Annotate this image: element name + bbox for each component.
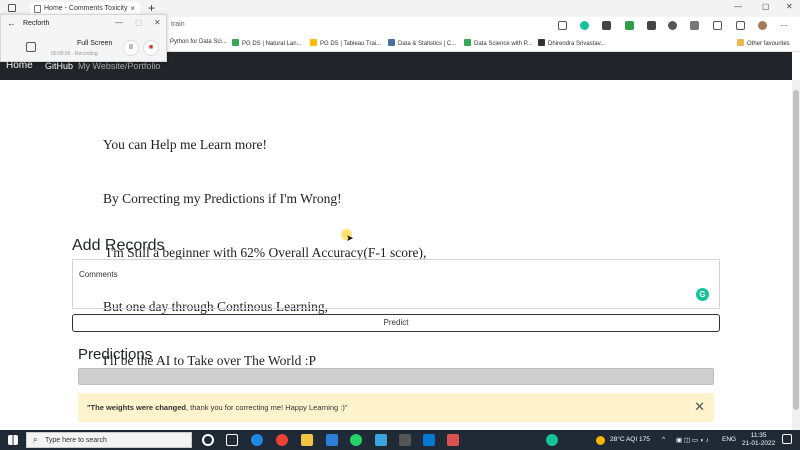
edge-icon[interactable] xyxy=(251,434,263,446)
comments-placeholder: Comments xyxy=(79,270,118,279)
folder-icon xyxy=(737,39,744,46)
bookmark-item[interactable]: Python for Data Sci... xyxy=(170,39,227,45)
bookmark-item[interactable]: Data & Statistics | C... xyxy=(388,39,456,47)
extensions-icon[interactable] xyxy=(736,21,745,30)
screen-icon xyxy=(26,42,36,52)
clock-date: 21-01-2022 xyxy=(742,440,776,447)
extension-icon[interactable] xyxy=(668,21,677,30)
grammarly-icon[interactable]: G xyxy=(696,288,709,301)
page-icon xyxy=(538,39,545,46)
shield-extension-icon[interactable] xyxy=(625,21,634,30)
predictions-heading: Predictions xyxy=(78,346,153,363)
tray-overflow-icon[interactable]: ^ xyxy=(662,436,665,443)
recorder-minimize-button[interactable]: — xyxy=(115,18,123,27)
close-icon[interactable]: ✕ xyxy=(694,399,705,415)
window-close-button[interactable]: ✕ xyxy=(786,2,793,11)
notification-icon[interactable] xyxy=(782,434,792,444)
app-icon[interactable] xyxy=(375,434,387,446)
back-arrow-icon[interactable]: ← xyxy=(7,18,16,28)
task-view-icon[interactable] xyxy=(226,434,238,446)
intro-line: You can Help me Learn more! xyxy=(103,137,267,152)
recorder-title: Recforth xyxy=(23,20,50,27)
recorder-app-icon[interactable] xyxy=(447,434,459,446)
drive-icon xyxy=(310,39,317,46)
add-records-heading: Add Records xyxy=(72,237,165,254)
store-icon[interactable] xyxy=(326,434,338,446)
nav-github[interactable]: GitHub xyxy=(45,61,73,71)
stop-button[interactable]: ■ xyxy=(143,40,159,56)
file-explorer-icon[interactable] xyxy=(301,434,313,446)
screen-recorder-window: ← Recforth — ▢ ✕ Full Screen 00:00:00 · … xyxy=(0,14,167,62)
intro-line: By Correcting my Predictions if I'm Wron… xyxy=(103,191,342,206)
page-icon xyxy=(34,5,41,13)
language-indicator[interactable]: ENG xyxy=(722,436,736,443)
window-minimize-button[interactable]: — xyxy=(734,2,742,11)
mouse-cursor-icon: ➤ xyxy=(346,233,354,243)
extension-icon[interactable] xyxy=(690,21,699,30)
recorder-close-button[interactable]: ✕ xyxy=(154,18,161,27)
favorites-icon[interactable] xyxy=(558,21,567,30)
bookmark-item[interactable]: Data Science with P... xyxy=(464,39,532,47)
extension-icon[interactable] xyxy=(647,21,656,30)
alert-message: "The weights were changed, thank you for… xyxy=(87,403,348,412)
taskbar-clock[interactable]: 11:35 21-01-2022 xyxy=(742,432,775,448)
other-favourites[interactable]: Other favourites xyxy=(737,39,790,47)
comments-textarea[interactable]: Comments xyxy=(72,259,720,309)
vscode-icon[interactable] xyxy=(423,434,435,446)
bookmark-item[interactable]: Dhirendra Srivastav... xyxy=(538,39,605,47)
tray-icons[interactable]: ▣ ◫ ▭ ◖ ♪ xyxy=(676,436,709,444)
scroll-thumb[interactable] xyxy=(793,90,799,410)
weather-text[interactable]: 28°C AQI 175 xyxy=(610,436,650,443)
grammarly-extension-icon[interactable] xyxy=(580,21,589,30)
grammarly-tray-icon[interactable] xyxy=(546,434,558,446)
address-text: train xyxy=(171,21,185,28)
predict-button[interactable]: Predict xyxy=(72,314,720,332)
weather-icon xyxy=(596,436,605,445)
tab-close-icon[interactable]: × xyxy=(130,4,135,13)
nav-portfolio[interactable]: My Website/Portfolio xyxy=(78,61,160,71)
clock-time: 11:35 xyxy=(750,432,767,439)
drive-icon xyxy=(232,39,239,46)
drive-icon xyxy=(464,39,471,46)
windows-start-icon[interactable] xyxy=(8,435,18,445)
page-scrollbar[interactable] xyxy=(792,80,800,430)
bookmark-item[interactable]: PG DS | Tableau Trai... xyxy=(310,39,381,47)
page-icon xyxy=(388,39,395,46)
whatsapp-icon[interactable] xyxy=(350,434,362,446)
recorder-maximize-button[interactable]: ▢ xyxy=(135,18,143,27)
cortana-icon[interactable] xyxy=(202,434,214,446)
search-icon: ⌕ xyxy=(33,435,38,444)
new-tab-button[interactable]: + xyxy=(148,1,155,15)
browser-menu-icon[interactable] xyxy=(8,4,16,12)
recorder-status: 00:00:00 · Recording xyxy=(51,51,98,57)
pause-button[interactable]: II xyxy=(123,40,139,56)
app-icon[interactable] xyxy=(399,434,411,446)
avatar[interactable] xyxy=(758,21,767,30)
chrome-icon[interactable] xyxy=(276,434,288,446)
taskbar-search[interactable]: ⌕ Type here to search xyxy=(26,432,192,448)
feedback-alert: "The weights were changed, thank you for… xyxy=(78,393,714,422)
recorder-mode: Full Screen xyxy=(77,40,113,47)
taskbar-search-placeholder: Type here to search xyxy=(45,437,107,444)
collections-icon[interactable] xyxy=(713,21,722,30)
window-maximize-button[interactable]: ▢ xyxy=(762,2,770,11)
extension-icon[interactable] xyxy=(602,21,611,30)
prediction-progress-bar xyxy=(78,368,714,385)
bookmark-item[interactable]: PG DS | Natural Lan... xyxy=(232,39,302,47)
more-menu-icon[interactable]: ⋯ xyxy=(780,21,789,30)
tab-title: Home - Comments Toxicity xyxy=(44,5,128,12)
taskbar: ⌕ Type here to search 28°C AQI 175 ^ ▣ ◫… xyxy=(0,430,800,450)
